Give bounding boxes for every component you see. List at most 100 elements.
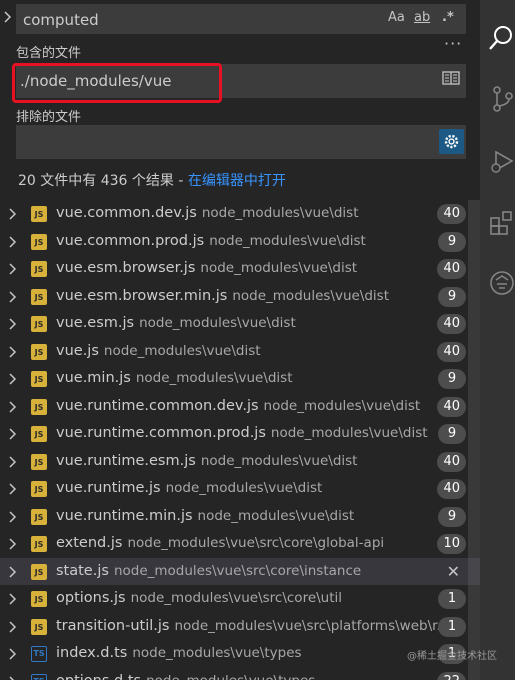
result-file-row[interactable]: JS vue.runtime.min.js node_modules\vue\dis… (0, 503, 480, 531)
match-count-badge: 9 (438, 286, 466, 307)
result-file-label[interactable]: vue.runtime.common.prod.js node_modules\v… (56, 425, 440, 441)
match-count-badge: 9 (438, 506, 466, 527)
result-file-label[interactable]: extend.js node_modules\vue\src\core\globa… (56, 535, 440, 551)
chevron-right-icon[interactable] (8, 206, 18, 220)
result-file-label[interactable]: state.js node_modules\vue\src\core\instan… (56, 563, 440, 579)
result-file-label[interactable]: vue.common.dev.js node_modules\vue\dist (56, 205, 440, 221)
result-file-row[interactable]: JS vue.esm.js node_modules\vue\dist 40 (0, 310, 480, 338)
file-path: node_modules\vue\src\core\instance (113, 562, 362, 579)
chevron-right-icon[interactable] (8, 536, 18, 550)
results-tree: JS vue.common.dev.js node_modules\vue\dist… (0, 200, 480, 680)
chevron-right-icon[interactable] (8, 261, 18, 275)
result-file-label[interactable]: vue.esm.js node_modules\vue\dist (56, 315, 440, 331)
whole-word-icon[interactable]: ab (414, 10, 430, 25)
javascript-file-icon: JS (31, 426, 47, 442)
file-name: vue.runtime.js (56, 480, 161, 496)
chevron-right-icon[interactable] (8, 674, 18, 680)
open-editors-only-icon[interactable] (442, 70, 460, 86)
result-file-label[interactable]: transition-util.js node_modules\vue\src\p… (56, 618, 440, 634)
file-name: vue.runtime.common.prod.js (56, 425, 266, 441)
extensions-icon[interactable] (488, 208, 515, 238)
result-file-label[interactable]: vue.runtime.min.js node_modules\vue\dist (56, 508, 440, 524)
results-scrollbar[interactable] (468, 200, 480, 680)
result-file-label[interactable]: vue.esm.browser.js node_modules\vue\dist (56, 260, 440, 276)
result-file-row[interactable]: JS vue.runtime.common.prod.js node_modules… (0, 420, 480, 448)
source-control-icon[interactable] (488, 84, 515, 114)
chevron-right-icon[interactable] (8, 564, 18, 578)
chevron-right-icon[interactable] (8, 426, 18, 440)
result-file-row[interactable]: JS vue.js node_modules\vue\dist 40 (0, 338, 480, 366)
run-debug-icon[interactable] (488, 146, 515, 176)
file-name: vue.common.prod.js (56, 232, 205, 249)
live-share-icon[interactable] (488, 268, 515, 298)
result-file-label[interactable]: options.d.ts node_modules\vue\types (56, 673, 440, 680)
chevron-right-icon[interactable] (8, 454, 18, 468)
file-path: node_modules\vue\dist (232, 287, 390, 304)
typescript-file-icon: TS (31, 673, 47, 680)
results-summary: 20 文件中有 436 个结果 - 在编辑器中打开 (18, 170, 286, 190)
result-file-row[interactable]: JS options.js node_modules\vue\src\core\ut… (0, 585, 480, 613)
result-file-row[interactable]: JS vue.min.js node_modules\vue\dist 9 (0, 365, 480, 393)
result-file-label[interactable]: vue.esm.browser.min.js node_modules\vue\d… (56, 288, 440, 304)
chevron-right-icon[interactable] (8, 371, 18, 385)
result-file-row[interactable]: JS vue.esm.browser.js node_modules\vue\dis… (0, 255, 480, 283)
result-file-row[interactable]: JS vue.esm.browser.min.js node_modules\vue… (0, 283, 480, 311)
javascript-file-icon: JS (31, 536, 47, 552)
match-count-badge: 1 (438, 589, 466, 609)
file-name: vue.common.dev.js (56, 205, 197, 221)
chevron-right-icon[interactable] (8, 591, 18, 605)
chevron-right-icon[interactable] (8, 481, 18, 495)
result-file-row[interactable]: JS vue.common.dev.js node_modules\vue\dist… (0, 200, 480, 228)
chevron-right-icon[interactable] (8, 509, 18, 523)
results-summary-text: 20 文件中有 436 个结果 - (18, 173, 188, 189)
chevron-right-icon[interactable] (8, 344, 18, 358)
match-count-badge: 40 (437, 204, 466, 224)
chevron-right-icon[interactable] (8, 234, 18, 248)
result-file-label[interactable]: vue.runtime.esm.js node_modules\vue\dist (56, 453, 440, 469)
chevron-right-icon[interactable] (8, 619, 18, 633)
result-file-label[interactable]: index.d.ts node_modules\vue\types (56, 645, 440, 661)
result-file-row[interactable]: JS vue.runtime.common.dev.js node_modules\… (0, 393, 480, 421)
exclude-files-input[interactable] (16, 125, 466, 159)
file-path: node_modules\vue\dist (200, 452, 358, 469)
watermark: @稀土掘金技术社区 (407, 651, 497, 662)
chevron-right-icon[interactable] (8, 316, 18, 330)
file-path: node_modules\vue\dist (209, 232, 366, 249)
match-count-badge: 1 (438, 616, 466, 637)
result-file-label[interactable]: vue.js node_modules\vue\dist (56, 343, 440, 359)
result-file-label[interactable]: vue.min.js node_modules\vue\dist (56, 370, 440, 386)
toggle-replace-icon[interactable] (2, 10, 14, 24)
search-activity-icon[interactable] (488, 22, 515, 52)
match-case-icon[interactable]: Aa (388, 10, 405, 25)
chevron-right-icon[interactable] (8, 289, 18, 303)
match-count-badge: 40 (437, 259, 466, 279)
use-exclude-settings-icon[interactable] (439, 129, 464, 154)
search-query[interactable]: computed (23, 11, 99, 29)
result-file-row[interactable]: JS vue.runtime.esm.js node_modules\vue\dis… (0, 448, 480, 476)
chevron-right-icon[interactable] (8, 646, 18, 660)
search-input[interactable]: computed Aa ab .* (16, 4, 466, 34)
result-file-row[interactable]: JS state.js node_modules\vue\src\core\inst… (0, 557, 480, 585)
result-file-row[interactable]: JS extend.js node_modules\vue\src\core\glo… (0, 530, 480, 558)
result-file-row[interactable]: JS vue.runtime.js node_modules\vue\dist 40 (0, 475, 480, 503)
file-path: node_modules\vue\dist (263, 397, 421, 414)
file-name: extend.js (56, 535, 123, 551)
result-file-label[interactable]: vue.runtime.js node_modules\vue\dist (56, 480, 440, 496)
result-file-row[interactable]: JS transition-util.js node_modules\vue\src… (0, 613, 480, 641)
file-path: node_modules\vue\src\core\util (130, 590, 343, 606)
open-in-editor-link[interactable]: 在编辑器中打开 (188, 173, 286, 189)
dismiss-icon[interactable]: ✕ (447, 562, 460, 581)
result-file-row[interactable]: JS vue.common.prod.js node_modules\vue\dis… (0, 228, 480, 256)
match-count-badge: 40 (437, 341, 466, 362)
javascript-file-icon: JS (31, 343, 47, 360)
regex-icon[interactable]: .* (442, 10, 454, 25)
chevron-right-icon[interactable] (8, 399, 18, 413)
result-file-row[interactable]: TS options.d.ts node_modules\vue\types 22 (0, 668, 480, 680)
more-options-icon[interactable]: ··· (444, 34, 462, 53)
result-file-label[interactable]: vue.runtime.common.dev.js node_modules\vu… (56, 398, 440, 414)
match-count-badge: 10 (437, 534, 466, 554)
result-file-label[interactable]: vue.common.prod.js node_modules\vue\dist (56, 233, 440, 249)
match-count-badge: 40 (437, 396, 466, 417)
match-count-badge: 22 (437, 671, 466, 680)
result-file-label[interactable]: options.js node_modules\vue\src\core\util (56, 590, 440, 606)
